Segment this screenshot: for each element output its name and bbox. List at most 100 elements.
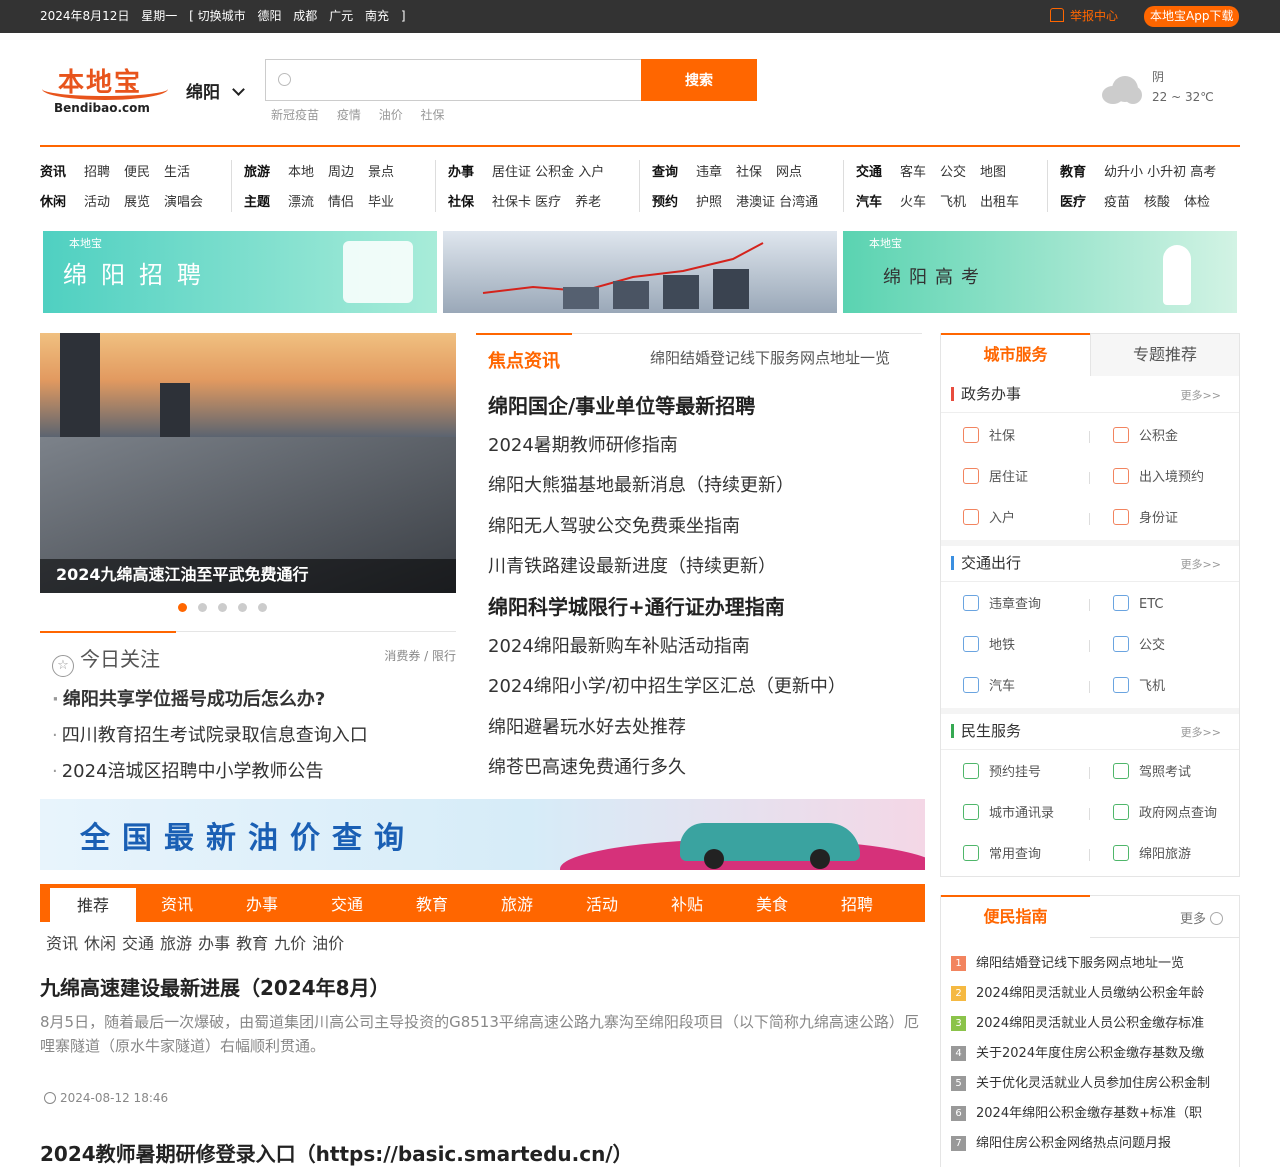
nav-item[interactable]: 活动 xyxy=(84,195,110,210)
oil-price-banner[interactable]: 全国最新油价查询 xyxy=(40,799,925,870)
tab-affairs[interactable]: 办事 xyxy=(230,884,294,922)
nav-item[interactable]: 休闲 xyxy=(40,195,66,210)
banner-finance[interactable] xyxy=(443,231,837,313)
nav-item[interactable]: 社保 xyxy=(448,195,474,210)
service-driving-test[interactable]: 驾照考试 xyxy=(1113,763,1191,783)
hotword-link[interactable]: 社保 xyxy=(421,108,445,122)
report-center-link[interactable]: 举报中心 xyxy=(1050,8,1118,25)
nav-item[interactable]: 核酸 xyxy=(1144,195,1170,210)
service-violation[interactable]: 违章查询 xyxy=(963,595,1041,615)
nav-item[interactable]: 主题 xyxy=(244,195,270,210)
nav-item[interactable]: 演唱会 xyxy=(164,195,203,210)
guide-title[interactable]: 便民指南 xyxy=(941,895,1090,938)
search-input[interactable] xyxy=(296,60,636,100)
service-ruhu[interactable]: 入户 xyxy=(963,509,1015,529)
nav-item[interactable]: 展览 xyxy=(124,195,150,210)
section-more-link[interactable]: 更多>> xyxy=(1181,556,1221,572)
nav-item[interactable]: 居住证 公积金 入户 xyxy=(492,165,604,180)
nav-item[interactable]: 社保卡 医疗 xyxy=(492,195,561,210)
news-item[interactable]: 绵阳无人驾驶公交免费乘坐指南 xyxy=(488,512,846,552)
nav-item[interactable]: 办事 xyxy=(448,165,474,180)
slider-dot[interactable] xyxy=(218,603,227,612)
section-more-link[interactable]: 更多>> xyxy=(1181,724,1221,740)
slider-dot[interactable] xyxy=(198,603,207,612)
service-flight[interactable]: 飞机 xyxy=(1113,677,1165,697)
banner-recruitment[interactable]: 本地宝 绵阳招聘 xyxy=(43,231,437,313)
guide-more[interactable]: 更多 xyxy=(1180,908,1223,927)
service-tourism[interactable]: 绵阳旅游 xyxy=(1113,845,1191,865)
tab-city-services[interactable]: 城市服务 xyxy=(941,333,1090,376)
nav-item[interactable]: 便民 xyxy=(124,165,150,180)
slider-dot[interactable] xyxy=(178,603,187,612)
news-item[interactable]: 绵阳国企/事业单位等最新招聘 xyxy=(488,391,846,431)
image-slider[interactable]: 2024九绵高速江油至平武免费通行 xyxy=(40,333,456,593)
news-item[interactable]: 川青铁路建设最新进度（持续更新） xyxy=(488,552,846,592)
service-exit-entry[interactable]: 出入境预约 xyxy=(1113,468,1204,488)
nav-item[interactable]: 周边 xyxy=(328,165,354,180)
news-item[interactable]: 绵阳避暑玩水好去处推荐 xyxy=(488,713,846,753)
service-bus[interactable]: 公交 xyxy=(1113,636,1165,656)
subtab[interactable]: 办事 xyxy=(198,934,230,953)
nav-item[interactable]: 汽车 xyxy=(856,195,882,210)
tab-traffic[interactable]: 交通 xyxy=(315,884,379,922)
subtab[interactable]: 休闲 xyxy=(84,934,116,953)
service-id-card[interactable]: 身份证 xyxy=(1113,509,1178,529)
guide-item[interactable]: 2 2024绵阳灵活就业人员缴纳公积金年龄 xyxy=(951,984,1210,1014)
subtab[interactable]: 教育 xyxy=(236,934,268,953)
nav-item[interactable]: 违章 xyxy=(696,165,722,180)
subtab[interactable]: 油价 xyxy=(312,934,344,953)
tab-activity[interactable]: 活动 xyxy=(570,884,634,922)
nav-item[interactable]: 本地 xyxy=(288,165,314,180)
focus-item[interactable]: 2024涪城区招聘中小学教师公告 xyxy=(52,757,368,793)
tab-topics[interactable]: 专题推荐 xyxy=(1090,334,1239,376)
service-registration[interactable]: 预约挂号 xyxy=(963,763,1041,783)
app-download-button[interactable]: 本地宝App下载 xyxy=(1144,6,1240,27)
search-button[interactable]: 搜索 xyxy=(641,59,757,101)
service-shebao[interactable]: 社保 xyxy=(963,427,1015,447)
nav-item[interactable]: 护照 xyxy=(696,195,722,210)
guide-item[interactable]: 3 2024绵阳灵活就业人员公积金缴存标准 xyxy=(951,1014,1210,1044)
focus-item[interactable]: 绵阳共享学位摇号成功后怎么办? xyxy=(52,685,368,721)
guide-item[interactable]: 5 关于优化灵活就业人员参加住房公积金制 xyxy=(951,1074,1210,1104)
news-item[interactable]: 2024绵阳小学/初中招生学区汇总（更新中） xyxy=(488,672,846,712)
nav-item[interactable]: 毕业 xyxy=(368,195,394,210)
tab-education[interactable]: 教育 xyxy=(400,884,464,922)
nav-item[interactable]: 查询 xyxy=(652,165,678,180)
nav-item[interactable]: 生活 xyxy=(164,165,190,180)
subtab[interactable]: 交通 xyxy=(122,934,154,953)
hotword-link[interactable]: 新冠疫苗 xyxy=(271,108,319,122)
nav-item[interactable]: 体检 xyxy=(1184,195,1210,210)
nav-item[interactable]: 养老 xyxy=(575,195,601,210)
nav-item[interactable]: 网点 xyxy=(776,165,802,180)
switch-city-label[interactable]: [ 切换城市 xyxy=(189,9,246,23)
nav-item[interactable]: 社保 xyxy=(736,165,762,180)
news-item[interactable]: 绵阳大熊猫基地最新消息（持续更新） xyxy=(488,471,846,511)
guide-item[interactable]: 6 2024年绵阳公积金缴存基数+标准（职 xyxy=(951,1104,1210,1134)
service-coach[interactable]: 汽车 xyxy=(963,677,1015,697)
news-item[interactable]: 绵阳科学城限行+通行证办理指南 xyxy=(488,592,846,632)
news-item[interactable]: 绵苍巴高速免费通行多久 xyxy=(488,753,846,793)
hotword-link[interactable]: 疫情 xyxy=(337,108,361,122)
city-selector[interactable]: 绵阳 xyxy=(186,78,245,103)
nav-item[interactable]: 资讯 xyxy=(40,165,66,180)
service-gongjijin[interactable]: 公积金 xyxy=(1113,427,1178,447)
hotword-link[interactable]: 油价 xyxy=(379,108,403,122)
service-etc[interactable]: ETC xyxy=(1113,595,1163,615)
city-link-guangyuan[interactable]: 广元 xyxy=(329,9,353,23)
news-headline-link[interactable]: 绵阳结婚登记线下服务网点地址一览 xyxy=(650,347,890,368)
service-directory[interactable]: 城市通讯录 xyxy=(963,804,1054,824)
nav-item[interactable]: 飞机 xyxy=(940,195,966,210)
nav-item[interactable]: 情侣 xyxy=(328,195,354,210)
news-item[interactable]: 2024绵阳最新购车补贴活动指南 xyxy=(488,632,846,672)
guide-item[interactable]: 4 关于2024年度住房公积金缴存基数及缴 xyxy=(951,1044,1210,1074)
nav-item[interactable]: 疫苗 xyxy=(1104,195,1130,210)
service-metro[interactable]: 地铁 xyxy=(963,636,1015,656)
city-link-nanchong[interactable]: 南充 xyxy=(365,9,389,23)
nav-item[interactable]: 客车 xyxy=(900,165,926,180)
nav-item[interactable]: 火车 xyxy=(900,195,926,210)
section-more-link[interactable]: 更多>> xyxy=(1181,387,1221,403)
nav-item[interactable]: 预约 xyxy=(652,195,678,210)
nav-item[interactable]: 教育 xyxy=(1060,165,1086,180)
focus-item[interactable]: 四川教育招生考试院录取信息查询入口 xyxy=(52,721,368,757)
service-gov-branch[interactable]: 政府网点查询 xyxy=(1113,804,1217,824)
